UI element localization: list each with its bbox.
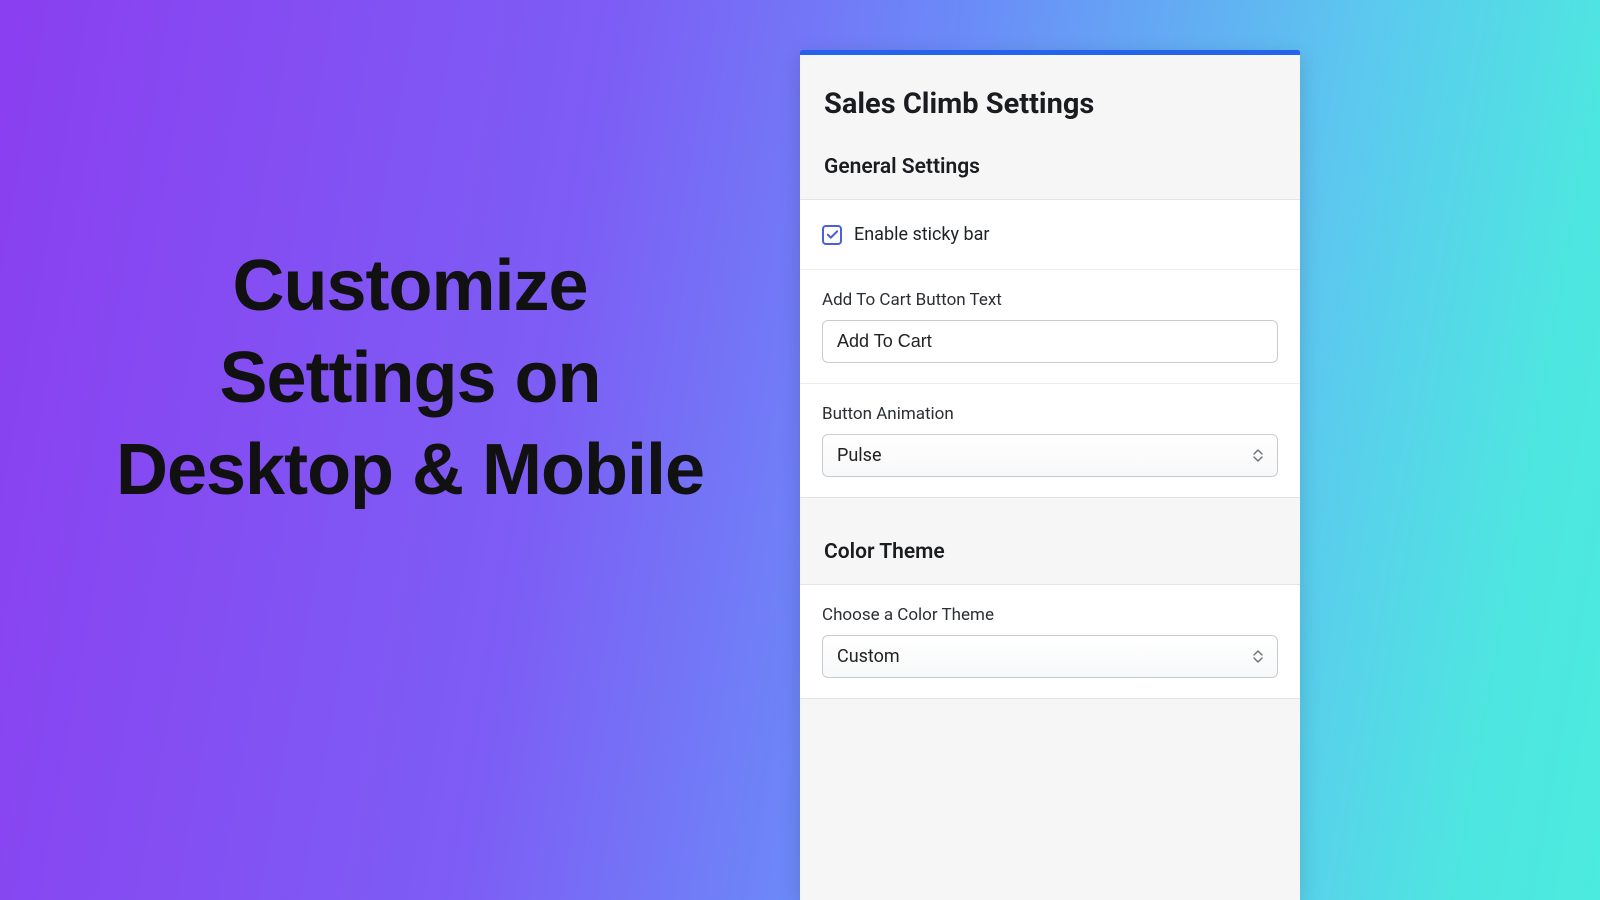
general-settings-card: Enable sticky bar Add To Cart Button Tex… bbox=[800, 199, 1300, 498]
select-caret-icon bbox=[1253, 649, 1265, 665]
promo-stage: Customize Settings on Desktop & Mobile S… bbox=[0, 0, 1600, 900]
choose-color-select[interactable]: Custom bbox=[822, 635, 1278, 678]
hero-line-3: Desktop & Mobile bbox=[70, 424, 750, 516]
panel-title: Sales Climb Settings bbox=[800, 55, 1300, 145]
enable-sticky-row[interactable]: Enable sticky bar bbox=[800, 200, 1300, 269]
enable-sticky-label: Enable sticky bar bbox=[854, 224, 990, 245]
color-theme-heading: Color Theme bbox=[800, 530, 1300, 584]
section-gap bbox=[800, 498, 1300, 530]
general-settings-heading: General Settings bbox=[800, 145, 1300, 199]
choose-color-label: Choose a Color Theme bbox=[822, 605, 1278, 625]
hero-line-1: Customize bbox=[70, 240, 750, 332]
settings-panel: Sales Climb Settings General Settings En… bbox=[800, 50, 1300, 900]
button-animation-label: Button Animation bbox=[822, 404, 1278, 424]
atc-text-input[interactable] bbox=[822, 320, 1278, 363]
button-animation-select[interactable]: Pulse bbox=[822, 434, 1278, 477]
atc-text-row: Add To Cart Button Text bbox=[800, 269, 1300, 383]
button-animation-value: Pulse bbox=[837, 445, 882, 466]
choose-color-row: Choose a Color Theme Custom bbox=[800, 585, 1300, 698]
hero-line-2: Settings on bbox=[70, 332, 750, 424]
color-theme-card: Choose a Color Theme Custom bbox=[800, 584, 1300, 699]
button-animation-row: Button Animation Pulse bbox=[800, 383, 1300, 497]
checkbox-checked-icon[interactable] bbox=[822, 225, 842, 245]
hero-headline: Customize Settings on Desktop & Mobile bbox=[70, 240, 750, 516]
choose-color-value: Custom bbox=[837, 646, 900, 667]
select-caret-icon bbox=[1253, 448, 1265, 464]
atc-text-label: Add To Cart Button Text bbox=[822, 290, 1278, 310]
